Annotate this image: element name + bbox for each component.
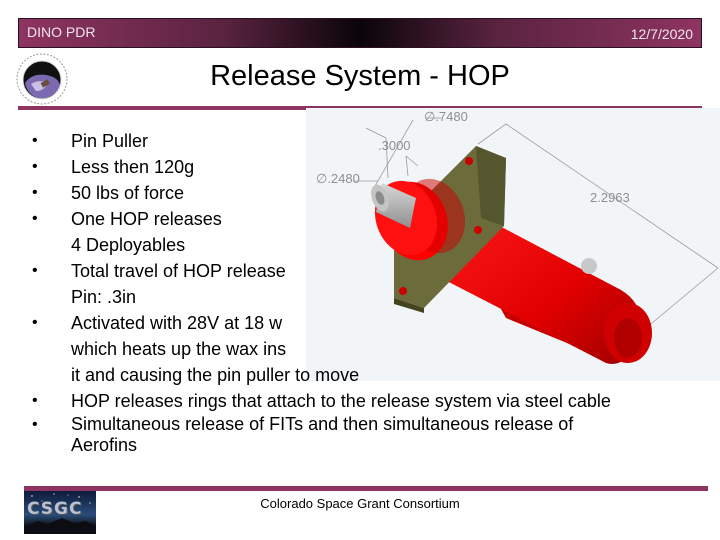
bullet-item: • HOP releases rings that attach to the r… — [26, 388, 686, 414]
bullet-item: • Less then 120g — [26, 154, 686, 180]
bullet-text: One HOP releases — [71, 209, 222, 229]
bullet-dot-icon: • — [32, 392, 38, 409]
bullet-text: 50 lbs of force — [71, 183, 185, 203]
bullet-item: • 50 lbs of force — [26, 180, 686, 206]
bullet-dot-icon: • — [32, 416, 38, 433]
footer-organization: Colorado Space Grant Consortium — [0, 496, 720, 511]
bullet-text: HOP releases rings that attach to the re… — [71, 391, 611, 411]
presentation-name: DINO PDR — [27, 24, 96, 40]
bullet-item: • Total travel of HOP release Pin: .3in — [26, 258, 686, 310]
footer-organization-text: Colorado Space Grant Consortium — [260, 496, 460, 511]
bullet-dot-icon: • — [32, 210, 38, 227]
bullet-continuation: Aerofins — [71, 435, 138, 455]
bullet-text: Less then 120g — [71, 157, 195, 177]
presentation-date: 12/7/2020 — [630, 26, 693, 42]
dim-flange-diameter: ∅.7480 — [424, 109, 468, 124]
bullet-dot-icon: • — [32, 184, 38, 201]
footer-divider — [24, 486, 708, 491]
header-bar: DINO PDR 12/7/2020 — [18, 18, 702, 48]
bullet-text: Pin Puller — [71, 131, 149, 151]
bullet-continuation: which heats up the wax ins — [71, 339, 287, 359]
bullet-continuation: it and causing the pin puller to move — [71, 365, 360, 385]
bullet-list: • Pin Puller • Less then 120g • 50 lbs of f… — [26, 128, 686, 456]
bullet-text: Total travel of HOP release — [71, 261, 286, 281]
bullet-text: Simultaneous release of FITs and then si… — [71, 414, 574, 434]
title-underline-thick — [18, 106, 310, 110]
bullet-continuation: Pin: .3in — [71, 287, 137, 307]
bullet-item: • One HOP releases 4 Deployables — [26, 206, 686, 258]
bullet-continuation: 4 Deployables — [71, 235, 186, 255]
bullet-item: • Pin Puller — [26, 128, 686, 154]
bullet-dot-icon: • — [32, 132, 38, 149]
bullet-text: Activated with 28V at 18 w — [71, 313, 283, 333]
slide-title-text: Release System - HOP — [210, 60, 510, 92]
bullet-dot-icon: • — [32, 262, 38, 279]
bullet-dot-icon: • — [32, 314, 38, 331]
slide-title: Release System - HOP — [0, 60, 720, 93]
bullet-item: • Simultaneous release of FITs and then s… — [26, 414, 686, 456]
bullet-item: • Activated with 28V at 18 w which heats … — [26, 310, 686, 388]
bullet-dot-icon: • — [32, 158, 38, 175]
